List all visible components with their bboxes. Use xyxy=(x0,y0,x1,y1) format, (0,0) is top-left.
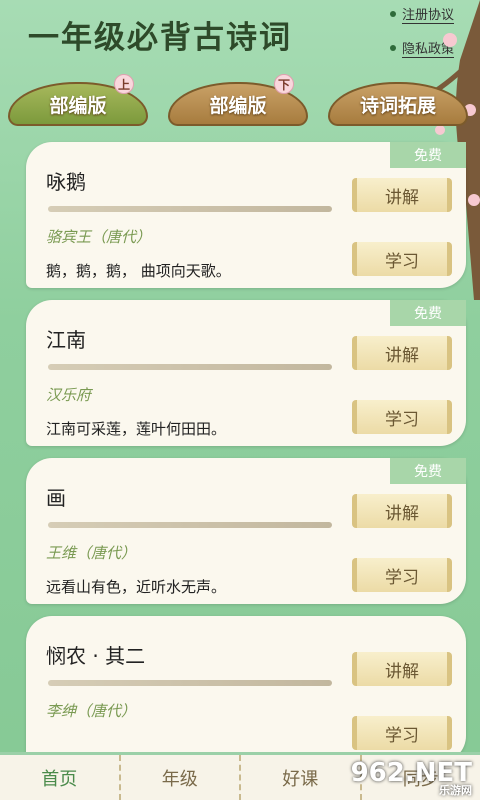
explain-button[interactable]: 讲解 xyxy=(352,178,452,212)
tab-bubian-upper[interactable]: 部编版 上 xyxy=(8,74,148,126)
explain-button[interactable]: 讲解 xyxy=(352,652,452,686)
explain-button[interactable]: 讲解 xyxy=(352,336,452,370)
poem-title: 咏鹅 xyxy=(46,170,86,194)
tab-badge: 上 xyxy=(114,74,134,94)
divider xyxy=(48,364,332,370)
divider xyxy=(48,206,332,212)
tab-bubian-lower[interactable]: 部编版 下 xyxy=(168,74,308,126)
poem-card[interactable]: 免费 咏鹅 骆宾王（唐代） 鹅，鹅，鹅， 曲项向天歌。 讲解 学习 xyxy=(26,142,466,288)
poem-verse: 鹅，鹅，鹅， 曲项向天歌。 xyxy=(46,262,231,280)
poem-card[interactable]: 悯农 · 其二 李绅（唐代） 讲解 学习 xyxy=(26,616,466,762)
poem-title: 画 xyxy=(46,486,66,510)
poem-title: 江南 xyxy=(46,328,86,352)
free-badge: 免费 xyxy=(390,142,466,168)
nav-good-courses[interactable]: 好课 xyxy=(241,755,362,800)
watermark-logo: 962.NET 乐游网 xyxy=(350,758,472,797)
nav-grade[interactable]: 年级 xyxy=(121,755,241,800)
poem-author: 骆宾王（唐代） xyxy=(46,228,152,246)
study-button[interactable]: 学习 xyxy=(352,400,452,434)
study-button[interactable]: 学习 xyxy=(352,716,452,750)
poem-author: 汉乐府 xyxy=(46,386,92,404)
poem-verse: 江南可采莲，莲叶何田田。 xyxy=(46,420,227,438)
divider xyxy=(48,680,332,686)
free-badge: 免费 xyxy=(390,300,466,326)
poem-card[interactable]: 免费 江南 汉乐府 江南可采莲，莲叶何田田。 讲解 学习 xyxy=(26,300,466,446)
study-button[interactable]: 学习 xyxy=(352,558,452,592)
free-badge: 免费 xyxy=(390,458,466,484)
poem-author: 王维（唐代） xyxy=(46,544,137,562)
study-button[interactable]: 学习 xyxy=(352,242,452,276)
poem-title: 悯农 · 其二 xyxy=(46,644,146,668)
nav-home[interactable]: 首页 xyxy=(0,755,121,800)
poem-verse: 远看山有色，近听水无声。 xyxy=(46,578,227,596)
app-title: 一年级必背古诗词 xyxy=(28,20,292,56)
tab-badge: 下 xyxy=(274,74,294,94)
tab-bar: 部编版 上 部编版 下 诗词拓展 xyxy=(0,70,480,140)
poem-list: 免费 咏鹅 骆宾王（唐代） 鹅，鹅，鹅， 曲项向天歌。 讲解 学习 免费 江南 … xyxy=(26,142,466,774)
poem-card[interactable]: 免费 画 王维（唐代） 远看山有色，近听水无声。 讲解 学习 xyxy=(26,458,466,604)
tab-poem-extension[interactable]: 诗词拓展 xyxy=(328,82,468,126)
poem-author: 李绅（唐代） xyxy=(46,702,137,720)
explain-button[interactable]: 讲解 xyxy=(352,494,452,528)
divider xyxy=(48,522,332,528)
